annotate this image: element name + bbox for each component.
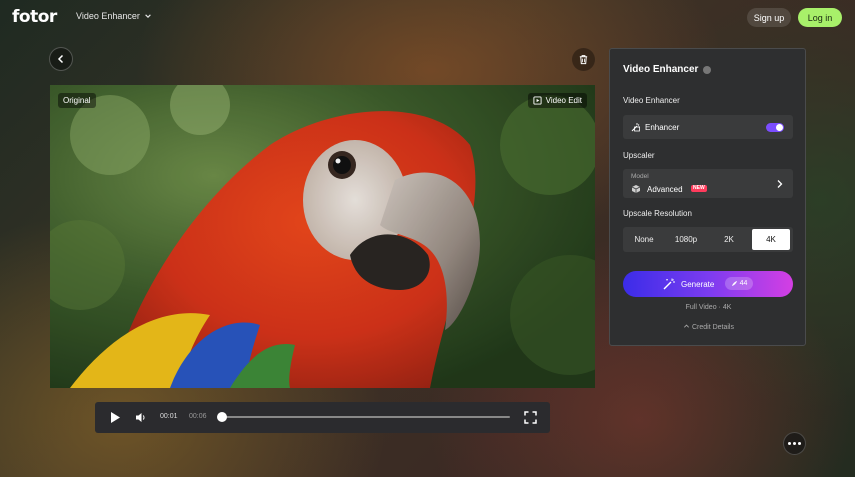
progress-knob[interactable] [217, 412, 227, 422]
tool-menu-label: Video Enhancer [76, 11, 140, 21]
more-dot [798, 442, 801, 445]
enhancer-row[interactable]: Enhancer [623, 115, 793, 139]
magic-wand-icon [663, 278, 675, 290]
enhancer-section-label: Video Enhancer [623, 96, 680, 105]
total-time: 00:06 [189, 413, 207, 420]
parrot-video-frame [50, 85, 595, 388]
enhancer-label: Enhancer [645, 123, 680, 132]
log-in-button[interactable]: Log in [798, 8, 842, 27]
model-selector[interactable]: Model Advanced NEW [623, 169, 793, 198]
generate-label: Generate [681, 280, 715, 289]
enhancer-toggle[interactable] [766, 123, 784, 132]
video-edit-icon [533, 96, 542, 105]
model-value: Advanced [647, 185, 683, 194]
enhancer-icon [631, 123, 640, 132]
output-summary: Full Video · 4K [685, 304, 732, 311]
resolution-option-none[interactable]: None [625, 229, 663, 250]
upscaler-section-label: Upscaler [623, 151, 655, 160]
resolution-selector: None 1080p 2K 4K [623, 227, 793, 252]
original-tag: Original [58, 93, 96, 108]
video-edit-button[interactable]: Video Edit [527, 93, 587, 108]
new-badge: NEW [691, 185, 707, 192]
more-dots-icon [788, 442, 791, 445]
resolution-option-2k[interactable]: 2K [709, 229, 749, 250]
help-icon[interactable] [703, 65, 712, 74]
credit-details-label: Credit Details [691, 324, 734, 331]
video-edit-label: Video Edit [545, 96, 582, 105]
panel-header: Video Enhancer [623, 64, 712, 75]
credit-cost: 44 [739, 280, 748, 287]
video-preview[interactable]: Original Video Edit [50, 85, 595, 388]
fotor-logo[interactable]: fotor [12, 7, 57, 27]
more-options-button[interactable] [783, 432, 806, 455]
resolution-option-4k[interactable]: 4K [752, 229, 790, 250]
arrow-left-icon [57, 54, 64, 64]
feather-credit-icon [731, 280, 737, 287]
volume-icon[interactable] [135, 412, 147, 423]
more-dot [793, 442, 796, 445]
trash-icon [579, 55, 588, 65]
current-time: 00:01 [160, 413, 178, 420]
chevron-down-icon [145, 14, 151, 18]
delete-button[interactable] [572, 48, 595, 71]
chevron-up-icon [684, 324, 690, 328]
model-caption: Model [631, 173, 649, 180]
tool-menu-dropdown[interactable]: Video Enhancer [76, 11, 152, 21]
chevron-right-icon [777, 180, 783, 188]
credit-cost-pill: 44 [725, 277, 753, 290]
progress-track[interactable] [222, 416, 510, 418]
play-icon[interactable] [109, 411, 121, 424]
resolution-option-1080p[interactable]: 1080p [665, 229, 707, 250]
credit-details-link[interactable]: Credit Details [610, 323, 807, 331]
fullscreen-icon[interactable] [524, 411, 537, 424]
resolution-section-label: Upscale Resolution [623, 209, 692, 218]
back-button[interactable] [49, 47, 73, 71]
enhancer-settings-panel: Video Enhancer Video Enhancer Enhancer U… [609, 48, 806, 346]
generate-button[interactable]: Generate 44 [623, 271, 793, 297]
cube-icon [631, 185, 641, 193]
video-player-controls: 00:01 00:06 [95, 402, 550, 433]
top-bar: fotor Video Enhancer Sign up Log in [0, 0, 855, 36]
sign-up-button[interactable]: Sign up [747, 8, 791, 27]
panel-title: Video Enhancer [623, 64, 699, 75]
